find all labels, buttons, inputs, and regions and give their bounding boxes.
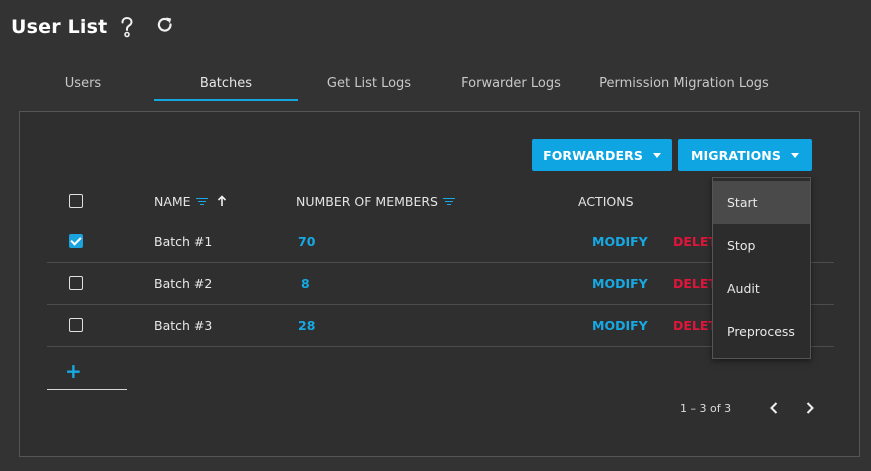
forwarders-button[interactable]: FORWARDERS: [532, 139, 672, 171]
add-batch-button[interactable]: +: [47, 358, 127, 390]
arrow-up-icon[interactable]: [217, 195, 227, 207]
caret-down-icon: [790, 152, 799, 158]
add-icon: +: [65, 359, 82, 383]
row-checkbox[interactable]: [69, 234, 83, 248]
row-checkbox[interactable]: [69, 318, 83, 332]
member-count-link[interactable]: 70: [298, 220, 315, 262]
row-select-cell: [69, 304, 83, 346]
tab-permission-migration-logs[interactable]: Permission Migration Logs: [593, 66, 775, 100]
refresh-icon[interactable]: [154, 12, 176, 38]
question-mark-icon[interactable]: [116, 14, 138, 40]
batch-name: Batch #1: [154, 233, 213, 249]
migrations-menu: Start Stop Audit Preprocess: [712, 177, 811, 359]
filter-icon[interactable]: [442, 197, 455, 206]
batch-name: Batch #2: [154, 275, 213, 291]
chevron-right-icon[interactable]: [800, 396, 820, 420]
title-bar: User List: [11, 13, 107, 41]
menu-item-stop[interactable]: Stop: [713, 224, 810, 267]
select-all-checkbox[interactable]: [69, 194, 83, 208]
members-column-header[interactable]: NUMBER OF MEMBERS: [296, 180, 455, 222]
row-checkbox[interactable]: [69, 276, 83, 290]
menu-item-start[interactable]: Start: [713, 181, 810, 224]
modify-button[interactable]: MODIFY: [592, 220, 648, 262]
members-header-label: NUMBER OF MEMBERS: [296, 193, 438, 209]
forwarders-label: FORWARDERS: [543, 147, 643, 163]
pagination-range: 1 – 3 of 3: [680, 401, 732, 415]
filter-icon[interactable]: [195, 197, 208, 206]
modify-button[interactable]: MODIFY: [592, 262, 648, 304]
actions-column-header: ACTIONS: [578, 180, 634, 222]
name-header-label: NAME: [154, 193, 191, 209]
page-title: User List: [11, 16, 108, 38]
migrations-label: MIGRATIONS: [691, 147, 781, 163]
tab-batches[interactable]: Batches: [154, 66, 298, 100]
member-count-link[interactable]: 28: [298, 304, 315, 346]
member-count-link[interactable]: 8: [301, 262, 310, 304]
tab-users[interactable]: Users: [41, 66, 125, 100]
actions-header-label: ACTIONS: [578, 193, 634, 209]
row-select-cell: [69, 262, 83, 304]
row-select-cell: [69, 220, 83, 262]
select-all-cell: [69, 180, 83, 222]
name-column-header[interactable]: NAME: [154, 180, 227, 222]
menu-item-audit[interactable]: Audit: [713, 267, 810, 310]
batch-name: Batch #3: [154, 317, 213, 333]
menu-item-preprocess[interactable]: Preprocess: [713, 310, 810, 353]
migrations-button[interactable]: MIGRATIONS: [678, 139, 812, 171]
tab-get-list-logs[interactable]: Get List Logs: [311, 66, 427, 100]
active-tab-indicator: [154, 99, 298, 101]
tab-forwarder-logs[interactable]: Forwarder Logs: [451, 66, 571, 100]
chevron-left-icon[interactable]: [764, 396, 784, 420]
caret-down-icon: [652, 152, 661, 158]
modify-button[interactable]: MODIFY: [592, 304, 648, 346]
